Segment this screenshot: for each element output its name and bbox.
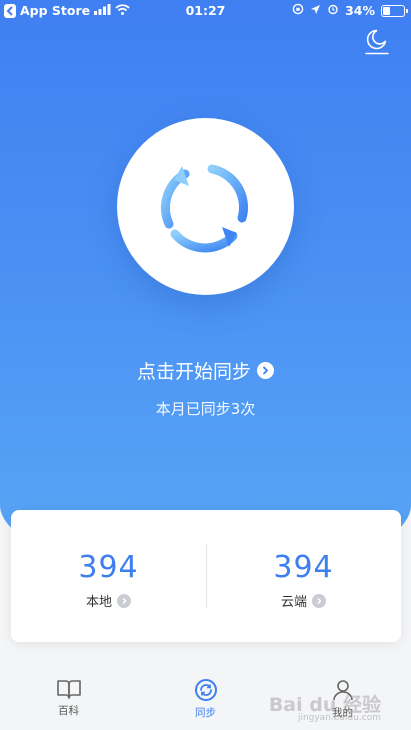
sync-count-text: 本月已同步3次 xyxy=(155,400,256,418)
watermark-url: jingyan.baidu.com xyxy=(297,713,381,723)
local-label: 本地 xyxy=(85,595,112,610)
cloud-label: 云端 xyxy=(280,595,307,610)
local-stat[interactable]: 394 本地 xyxy=(11,510,206,642)
battery-fill xyxy=(383,6,390,15)
cloud-stat[interactable]: 394 云端 xyxy=(206,510,401,642)
sync-start-button[interactable] xyxy=(117,118,294,295)
chevron-right-icon xyxy=(117,593,131,608)
book-icon xyxy=(56,680,81,699)
orientation-lock-icon xyxy=(292,3,304,18)
battery-icon xyxy=(381,4,408,17)
chevron-right-icon xyxy=(257,362,274,379)
sync-arrows-icon xyxy=(161,164,248,253)
cloud-count: 394 xyxy=(273,550,334,585)
battery-percentage: 34% xyxy=(345,3,375,18)
tab-label: 百科 xyxy=(58,705,79,717)
start-sync-label: 点击开始同步 xyxy=(136,361,251,383)
start-sync-link[interactable]: 点击开始同步 xyxy=(0,357,411,384)
location-icon xyxy=(310,3,321,18)
tab-encyclopedia[interactable]: 百科 xyxy=(19,678,119,718)
tab-label: 同步 xyxy=(195,707,216,719)
sync-icon xyxy=(194,679,217,701)
status-bar: App Store 01:27 34% xyxy=(0,0,411,22)
moon-icon xyxy=(365,29,389,55)
night-mode-button[interactable] xyxy=(363,28,391,56)
chevron-right-icon xyxy=(312,593,326,608)
alarm-icon xyxy=(327,3,339,18)
sync-stats-card: 394 本地 394 云端 xyxy=(11,510,401,642)
tab-sync[interactable]: 同步 xyxy=(156,678,256,720)
local-count: 394 xyxy=(78,550,139,585)
